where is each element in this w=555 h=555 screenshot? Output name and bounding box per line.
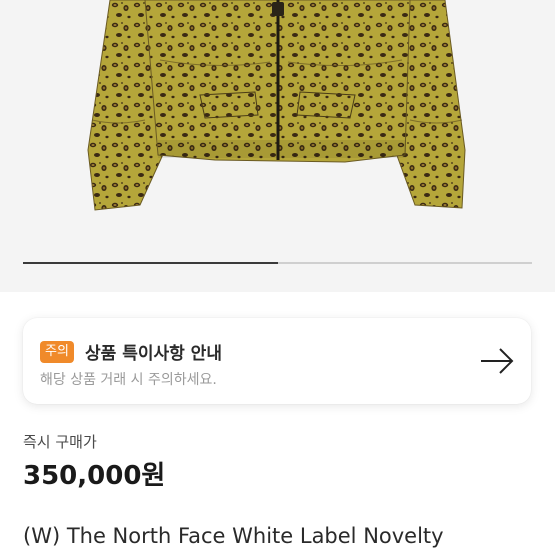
arrow-right-icon[interactable] <box>479 346 515 376</box>
notice-title: 상품 특이사항 안내 <box>85 344 222 364</box>
instant-buy-label: 즉시 구매가 <box>23 433 97 451</box>
product-title: (W) The North Face White Label Novelty <box>23 524 444 548</box>
product-image-area[interactable] <box>0 0 555 292</box>
price: 350,000원 <box>23 461 166 491</box>
carousel-progress-fill <box>23 262 278 264</box>
notice-description: 해당 상품 거래 시 주의하세요. <box>40 372 217 388</box>
notice-card[interactable]: 주의 상품 특이사항 안내 해당 상품 거래 시 주의하세요. <box>23 318 531 404</box>
carousel-progress-track <box>23 262 532 264</box>
warning-badge: 주의 <box>40 341 74 363</box>
product-image <box>87 0 466 211</box>
